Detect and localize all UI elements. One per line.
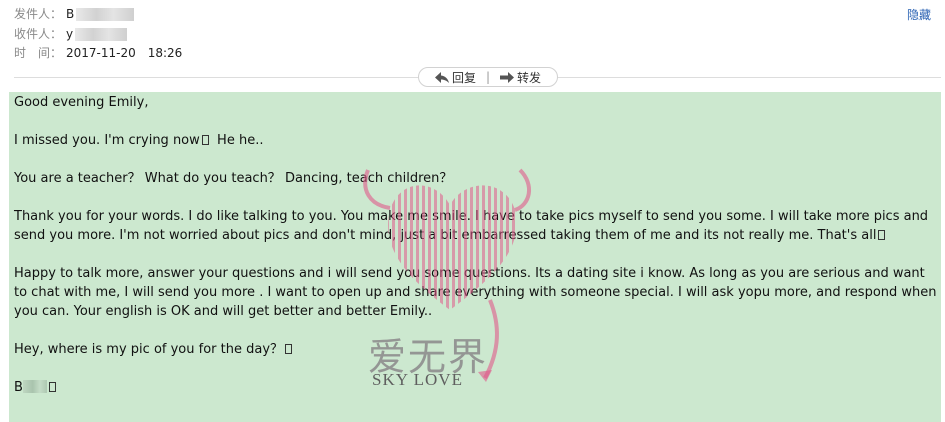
sender-row: 发件人： B — [14, 6, 135, 22]
recipient-value[interactable]: y — [66, 27, 73, 41]
recipient-label: 收件人： — [14, 27, 63, 41]
missed-you-text: I missed you. I'm crying now — [14, 133, 200, 148]
action-separator: | — [485, 70, 491, 84]
redacted-signature — [22, 380, 47, 393]
redacted-recipient — [75, 28, 128, 41]
missing-glyph-icon — [878, 230, 886, 240]
email-paragraph: Thank you for your words. I do like talk… — [14, 207, 940, 245]
watermark-english: SKY LOVE — [372, 370, 463, 389]
time-label: 时 间： — [14, 46, 63, 60]
missing-glyph-icon — [285, 344, 293, 354]
greeting: Good evening Emily, — [14, 95, 149, 110]
email-paragraph: You are a teacher？ What do you teach？ Da… — [14, 171, 453, 186]
email-paragraph: Happy to talk more, answer your question… — [14, 266, 937, 319]
email-paragraph: I missed you. I'm crying now He he.. — [14, 131, 940, 150]
thank-you-text: Thank you for your words. I do like talk… — [14, 209, 929, 243]
time-value: 2017-11-20 18:26 — [66, 46, 183, 60]
sender-label: 发件人： — [14, 7, 63, 21]
redacted-sender — [76, 8, 135, 21]
email-view: 发件人： B 收件人： y 时 间： 2017-11-20 18:26 隐藏 回复 |… — [0, 0, 945, 422]
forward-button[interactable]: 转发 — [500, 69, 541, 86]
hehe-text: He he.. — [217, 133, 264, 148]
hide-link[interactable]: 隐藏 — [907, 6, 931, 23]
signature-initial: B — [14, 380, 23, 395]
recipient-row: 收件人： y — [14, 26, 128, 42]
reply-label: 回复 — [451, 70, 476, 85]
missing-glyph-icon — [201, 135, 209, 145]
missing-glyph-icon — [48, 382, 56, 392]
reply-button[interactable]: 回复 — [434, 69, 476, 86]
forward-arrow-icon — [500, 71, 515, 83]
reply-forward-toolbar: 回复 | 转发 — [418, 67, 558, 87]
forward-label: 转发 — [517, 70, 542, 85]
pic-request-text: Hey, where is my pic of you for the day？ — [14, 342, 284, 357]
time-row: 时 间： 2017-11-20 18:26 — [14, 45, 182, 61]
sender-value[interactable]: B — [66, 7, 74, 21]
reply-arrow-icon — [434, 71, 449, 83]
